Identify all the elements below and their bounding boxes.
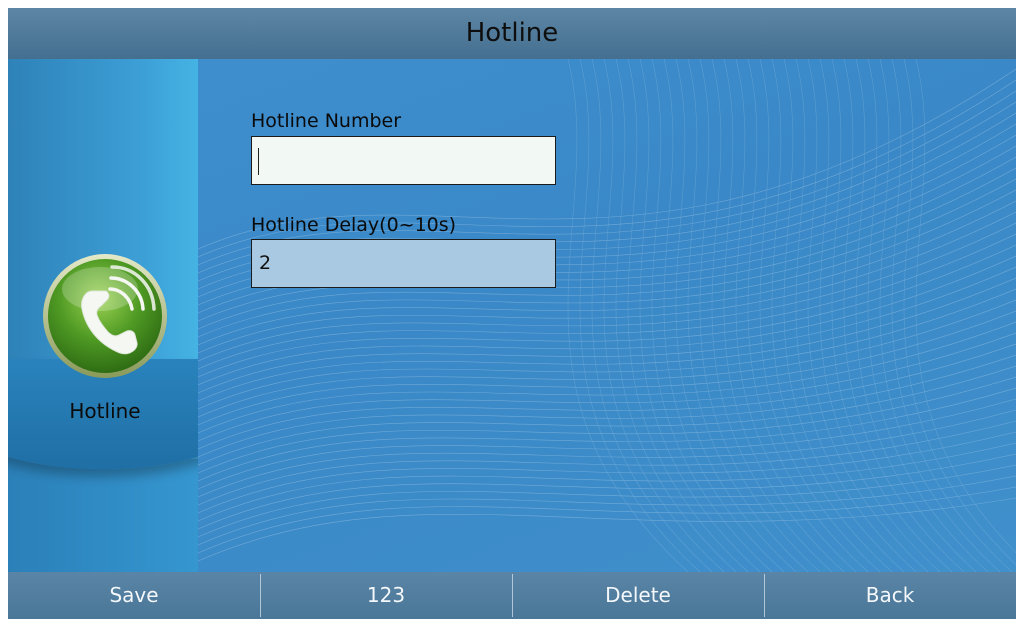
- hotline-number-input[interactable]: [251, 136, 556, 185]
- side-panel-label: Hotline: [69, 399, 141, 423]
- text-cursor: [258, 148, 259, 175]
- hotline-delay-label: Hotline Delay(0~10s): [251, 214, 457, 236]
- delete-button[interactable]: Delete: [512, 572, 764, 619]
- input-mode-button[interactable]: 123: [260, 572, 512, 619]
- hotline-delay-value: 2: [259, 252, 272, 274]
- phone-handset-icon: [43, 254, 167, 378]
- hotline-delay-input[interactable]: 2: [251, 239, 556, 288]
- save-button[interactable]: Save: [8, 572, 260, 619]
- left-panel-lower: [8, 459, 198, 572]
- title-bar: Hotline: [8, 8, 1016, 60]
- back-button[interactable]: Back: [764, 572, 1016, 619]
- page-title: Hotline: [465, 18, 559, 48]
- main-area: Hotline Hotline Number Hotline Delay(0~1…: [8, 59, 1016, 572]
- phone-screen: Hotline Hotline Hotline Number Hotline D…: [8, 8, 1016, 619]
- hotline-number-label: Hotline Number: [251, 110, 402, 132]
- softkey-bar: Save 123 Delete Back: [8, 572, 1016, 619]
